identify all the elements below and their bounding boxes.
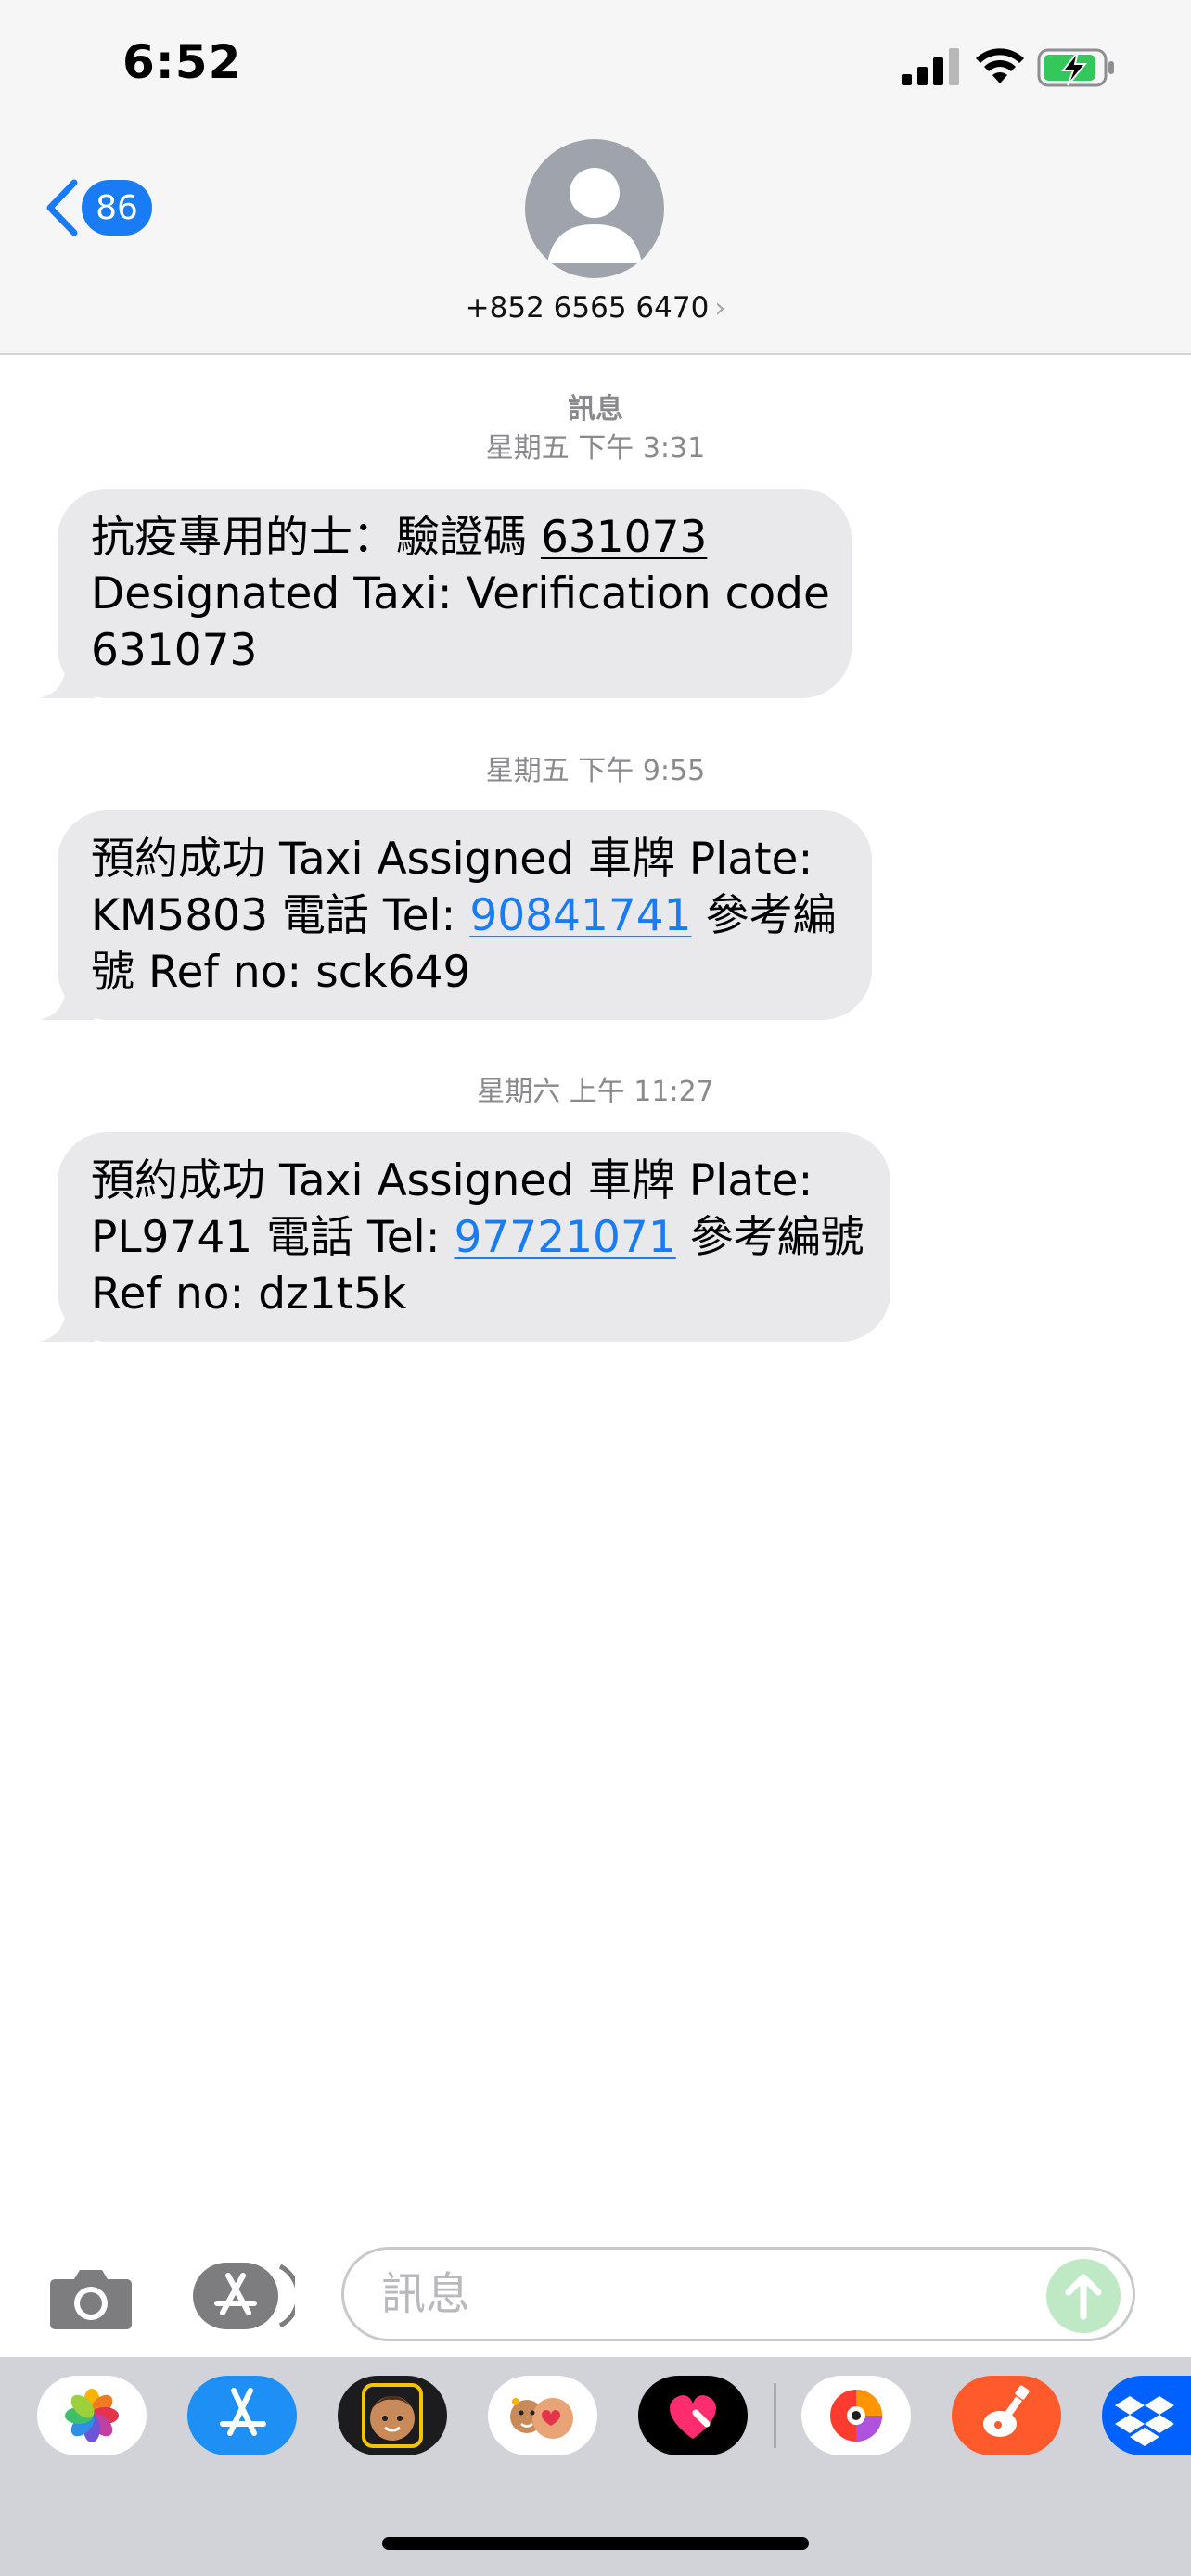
message-line: Designated Taxi: Verification code [91, 568, 830, 619]
bubble-tail [39, 979, 95, 1020]
message-line: Ref no: dz1t5k [91, 1269, 407, 1320]
phone-link[interactable]: 97721071 [455, 1212, 676, 1263]
camera-icon[interactable] [48, 2264, 134, 2331]
home-indicator[interactable] [382, 2537, 809, 2550]
verification-code[interactable]: 631073 [541, 512, 707, 563]
app-store-icon[interactable] [191, 2261, 295, 2331]
service-label: 訊息 [568, 393, 623, 426]
colorful-app-icon[interactable] [801, 2376, 911, 2455]
conversation-header: 6:52 86 +852 6565 6470 › [0, 0, 1191, 355]
message-timestamp: 星期五 下午 3:31 [485, 432, 706, 465]
cellular-signal-icon [902, 48, 959, 85]
chevron-left-icon [46, 179, 78, 236]
unread-count-badge: 86 [82, 180, 152, 236]
message-text: 參考編號 [675, 1212, 864, 1263]
digital-touch-icon[interactable] [638, 2376, 748, 2455]
bubble-tail [39, 1301, 95, 1342]
app-store-drawer-icon[interactable] [187, 2376, 297, 2455]
contact-name: +852 6565 6470 [465, 291, 710, 325]
message-line: 號 Ref no: sck649 [91, 947, 471, 998]
contact-avatar[interactable] [525, 139, 664, 278]
message-line: 預約成功 Taxi Assigned 車牌 Plate: [91, 834, 813, 885]
back-button[interactable]: 86 [43, 176, 152, 239]
chevron-right-icon: › [714, 292, 726, 325]
photos-icon[interactable] [37, 2376, 147, 2455]
phone-link[interactable]: 90841741 [469, 890, 691, 941]
memoji-stickers-icon[interactable] [338, 2376, 447, 2455]
message-text: 抗疫專用的士：驗證碼 [91, 512, 541, 563]
message-line: PL9741 電話 Tel: 97721071 參考編號 [91, 1209, 864, 1266]
garageband-icon[interactable] [952, 2376, 1061, 2455]
bubble-tail [39, 657, 95, 698]
message-timestamp: 星期五 下午 9:55 [485, 755, 706, 787]
arrow-up-icon [1065, 2274, 1102, 2320]
message-bubble[interactable]: 預約成功 Taxi Assigned 車牌 Plate: PL9741 電話 T… [39, 1132, 890, 1342]
message-text: KM5803 電話 Tel: [91, 890, 470, 941]
drawer-divider [774, 2383, 776, 2448]
message-bubble[interactable]: 預約成功 Taxi Assigned 車牌 Plate: KM5803 電話 T… [39, 810, 872, 1020]
message-line: 預約成功 Taxi Assigned 車牌 Plate: [91, 1155, 813, 1206]
person-icon [547, 168, 642, 263]
send-button[interactable] [1046, 2259, 1121, 2333]
message-text: 參考編 [691, 890, 837, 941]
message-bubble[interactable]: 抗疫專用的士：驗證碼 631073 Designated Taxi: Verif… [39, 489, 852, 698]
message-text: PL9741 電話 Tel: [91, 1212, 455, 1263]
contact-name-button[interactable]: +852 6565 6470 › [0, 291, 1191, 325]
message-line: KM5803 電話 Tel: 90841741 參考編 [91, 887, 839, 944]
dropbox-icon[interactable] [1102, 2376, 1191, 2455]
message-input[interactable]: 訊息 [341, 2247, 1135, 2341]
status-time: 6:52 [122, 35, 242, 89]
memoji-icon[interactable] [488, 2376, 597, 2455]
battery-charging-icon [1037, 48, 1114, 87]
message-line: 抗疫專用的士：驗證碼 631073 [91, 509, 818, 566]
message-timestamp: 星期六 上午 11:27 [477, 1076, 714, 1108]
message-line: 631073 [91, 625, 258, 676]
wifi-icon [976, 48, 1024, 83]
